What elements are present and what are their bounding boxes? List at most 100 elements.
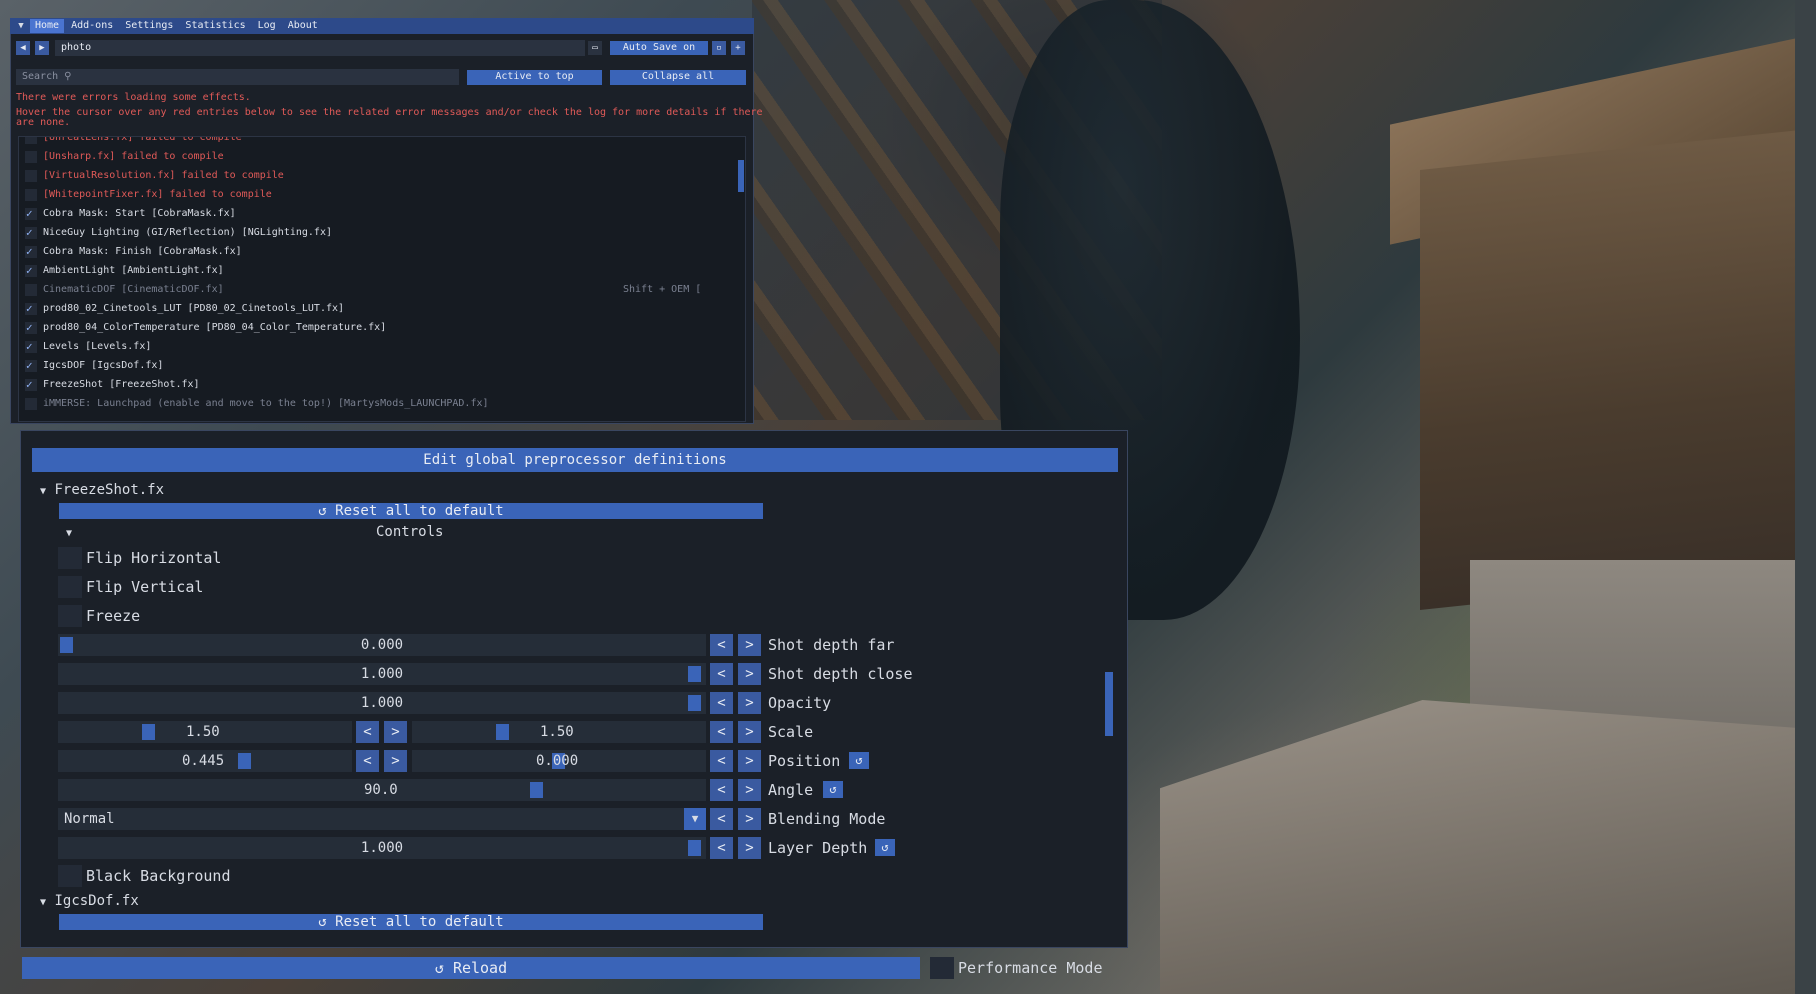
slider-grab[interactable] — [238, 753, 251, 769]
reset-all-button[interactable]: ↺ Reset all to default — [59, 503, 763, 519]
previous-preset-icon[interactable]: ◀ — [16, 41, 30, 55]
flip-horizontal-checkbox[interactable] — [58, 547, 82, 569]
reload-button[interactable]: ↺ Reload — [22, 957, 920, 979]
slider-grab[interactable] — [530, 782, 543, 798]
effect-checkbox[interactable] — [25, 262, 37, 280]
scale-x-slider[interactable]: 1.50 — [58, 721, 352, 743]
browse-folder-icon[interactable]: ▭ — [588, 41, 602, 55]
decrement-button[interactable]: < — [356, 750, 379, 772]
angle-slider[interactable]: 90.0 — [58, 779, 706, 801]
effect-list-item[interactable]: Cobra Mask: Start [CobraMask.fx] — [19, 205, 745, 223]
effect-checkbox[interactable] — [25, 284, 37, 296]
effect-checkbox[interactable] — [25, 224, 37, 242]
shot-depth-close-slider[interactable]: 1.000 — [58, 663, 706, 685]
decrement-button[interactable]: < — [710, 663, 733, 685]
increment-button[interactable]: > — [738, 634, 761, 656]
effect-list-item[interactable]: [UnrealLens.fx] failed to compile — [19, 137, 745, 147]
tab-settings[interactable]: Settings — [120, 19, 178, 33]
tab-about[interactable]: About — [283, 19, 323, 33]
slider-grab[interactable] — [688, 695, 701, 711]
effect-checkbox[interactable] — [25, 170, 37, 182]
effect-list-item[interactable]: iMMERSE: Launchpad (enable and move to t… — [19, 395, 745, 413]
effect-list-item[interactable]: NiceGuy Lighting (GI/Reflection) [NGLigh… — [19, 224, 745, 242]
effect-checkbox[interactable] — [25, 137, 37, 144]
flip-vertical-checkbox[interactable] — [58, 576, 82, 598]
effect-list-item[interactable]: [WhitepointFixer.fx] failed to compile — [19, 186, 745, 204]
effect-checkbox[interactable] — [25, 205, 37, 223]
scale-y-slider[interactable]: 1.50 — [412, 721, 706, 743]
effect-list-item[interactable]: CinematicDOF [CinematicDOF.fx] Shift + OE… — [19, 281, 745, 299]
black-background-checkbox[interactable] — [58, 865, 82, 887]
reset-layer-depth-icon[interactable]: ↺ — [875, 839, 895, 856]
slider-grab[interactable] — [688, 840, 701, 856]
effect-checkbox[interactable] — [25, 300, 37, 318]
tab-add-ons[interactable]: Add-ons — [66, 19, 118, 33]
reset-position-icon[interactable]: ↺ — [849, 752, 869, 769]
edit-global-definitions-button[interactable]: Edit global preprocessor definitions — [32, 448, 1118, 472]
menu-icon[interactable]: ▼ — [14, 21, 28, 31]
next-preset-icon[interactable]: ▶ — [35, 41, 49, 55]
reset-all-button[interactable]: ↺ Reset all to default — [59, 914, 763, 930]
increment-button[interactable]: > — [738, 663, 761, 685]
slider-grab[interactable] — [688, 666, 701, 682]
freeze-checkbox[interactable] — [58, 605, 82, 627]
effect-checkbox[interactable] — [25, 151, 37, 163]
controls-group-header[interactable]: ▼ Controls — [66, 524, 766, 540]
increment-button[interactable]: > — [738, 779, 761, 801]
effect-list-item[interactable]: prod80_02_Cinetools_LUT [PD80_02_Cinetoo… — [19, 300, 745, 318]
increment-button[interactable]: > — [738, 692, 761, 714]
effect-checkbox[interactable] — [25, 357, 37, 375]
effects-list-scrollbar[interactable] — [738, 160, 744, 192]
shot-depth-far-slider[interactable]: 0.000 — [58, 634, 706, 656]
slider-grab[interactable] — [60, 637, 73, 653]
decrement-button[interactable]: < — [710, 808, 733, 830]
opacity-slider[interactable]: 1.000 — [58, 692, 706, 714]
effect-list-item[interactable]: prod80_04_ColorTemperature [PD80_04_Colo… — [19, 319, 745, 337]
increment-button[interactable]: > — [738, 750, 761, 772]
tab-home[interactable]: Home — [30, 19, 65, 33]
section-freezeshot[interactable]: ▼ FreezeShot.fx — [40, 482, 164, 498]
increment-button[interactable]: > — [384, 721, 407, 743]
increment-button[interactable]: > — [738, 837, 761, 859]
decrement-button[interactable]: < — [710, 721, 733, 743]
effect-list-item[interactable]: [Unsharp.fx] failed to compile — [19, 148, 745, 166]
tab-statistics[interactable]: Statistics — [180, 19, 250, 33]
reset-angle-icon[interactable]: ↺ — [823, 781, 843, 798]
decrement-button[interactable]: < — [356, 721, 379, 743]
preset-path-input[interactable]: photo — [55, 40, 585, 56]
add-preset-icon[interactable]: + — [731, 41, 745, 55]
tab-log[interactable]: Log — [253, 19, 281, 33]
effect-checkbox[interactable] — [25, 376, 37, 394]
effect-list-item[interactable]: Levels [Levels.fx] — [19, 338, 745, 356]
decrement-button[interactable]: < — [710, 779, 733, 801]
increment-button[interactable]: > — [384, 750, 407, 772]
collapse-all-button[interactable]: Collapse all — [610, 70, 746, 85]
auto-save-button[interactable]: Auto Save on — [610, 41, 708, 55]
effect-checkbox[interactable] — [25, 189, 37, 201]
decrement-button[interactable]: < — [710, 837, 733, 859]
slider-grab[interactable] — [142, 724, 155, 740]
search-input[interactable]: Search ⚲ — [16, 69, 459, 85]
effect-list-item[interactable]: [VirtualResolution.fx] failed to compile — [19, 167, 745, 185]
increment-button[interactable]: > — [738, 808, 761, 830]
position-y-slider[interactable]: 0.000 — [412, 750, 706, 772]
effect-list-item[interactable]: FreezeShot [FreezeShot.fx] — [19, 376, 745, 394]
position-x-slider[interactable]: 0.445 — [58, 750, 352, 772]
decrement-button[interactable]: < — [710, 634, 733, 656]
save-preset-icon[interactable]: ▫ — [712, 41, 726, 55]
effect-list-item[interactable]: Cobra Mask: Finish [CobraMask.fx] — [19, 243, 745, 261]
decrement-button[interactable]: < — [710, 750, 733, 772]
effect-checkbox[interactable] — [25, 319, 37, 337]
blending-mode-dropdown[interactable]: Normal ▼ — [58, 808, 706, 830]
effect-checkbox[interactable] — [25, 398, 37, 410]
parameters-scrollbar[interactable] — [1105, 672, 1113, 736]
layer-depth-slider[interactable]: 1.000 — [58, 837, 706, 859]
effect-list-item[interactable]: AmbientLight [AmbientLight.fx] — [19, 262, 745, 280]
increment-button[interactable]: > — [738, 721, 761, 743]
effect-checkbox[interactable] — [25, 243, 37, 261]
decrement-button[interactable]: < — [710, 692, 733, 714]
performance-mode-checkbox[interactable] — [930, 957, 954, 979]
section-igcsdof[interactable]: ▼ IgcsDof.fx — [40, 893, 139, 909]
active-to-top-button[interactable]: Active to top — [467, 70, 602, 85]
effects-list[interactable]: [UnrealLens.fx] failed to compile [Unshar… — [18, 136, 746, 422]
